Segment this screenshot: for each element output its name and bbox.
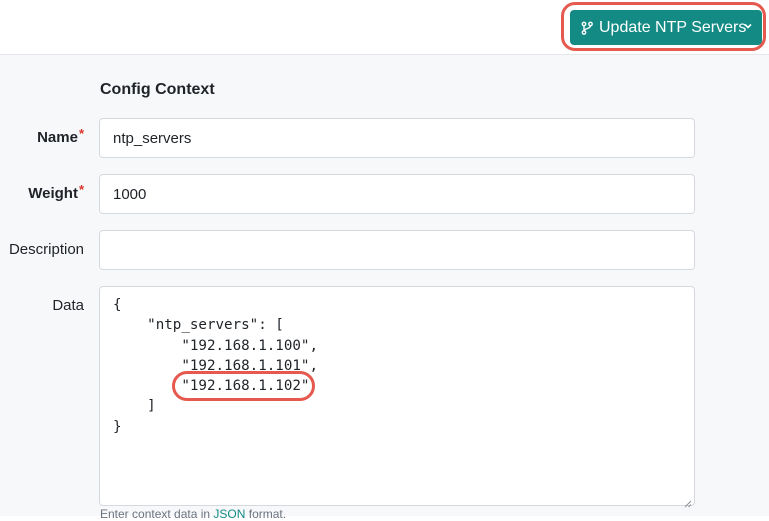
- help-prefix: Enter context data in: [100, 507, 214, 521]
- git-branch-icon: [580, 21, 594, 35]
- json-link[interactable]: JSON: [213, 507, 245, 521]
- data-label: Data: [0, 297, 84, 314]
- code-line: "192.168.1.102": [113, 378, 310, 395]
- code-line: ]: [113, 398, 156, 415]
- weight-label: Weight*: [0, 182, 84, 202]
- description-label: Description: [0, 241, 84, 258]
- update-ntp-servers-label: Update NTP Servers: [599, 18, 747, 36]
- data-textarea[interactable]: { "ntp_servers": [ "192.168.1.100", "192…: [99, 286, 695, 508]
- weight-input[interactable]: 1000: [99, 174, 695, 214]
- code-line: "192.168.1.100",: [113, 337, 318, 354]
- help-suffix: format.: [245, 507, 287, 521]
- name-input[interactable]: ntp_servers: [99, 118, 695, 158]
- code-line: {: [113, 297, 122, 313]
- data-label-text: Data: [52, 297, 84, 314]
- weight-value: 1000: [113, 185, 147, 203]
- code-line: }: [113, 418, 122, 435]
- weight-label-text: Weight: [28, 185, 78, 202]
- name-label: Name*: [0, 126, 84, 146]
- name-label-text: Name: [37, 129, 78, 146]
- json-code: { "ntp_servers": [ "192.168.1.100", "192…: [113, 295, 318, 437]
- description-label-text: Description: [8, 241, 84, 258]
- code-line: "ntp_servers": [: [113, 317, 284, 334]
- top-bar: Update NTP Servers: [0, 0, 769, 55]
- update-ntp-servers-button[interactable]: Update NTP Servers: [570, 10, 762, 45]
- name-value: ntp_servers: [113, 129, 192, 147]
- chevron-down-icon[interactable]: [743, 20, 753, 32]
- resize-handle-icon[interactable]: [684, 495, 692, 508]
- code-line: "192.168.1.101",: [113, 357, 318, 374]
- section-title: Config Context: [100, 81, 215, 98]
- help-text: Enter context data in JSON format.: [100, 507, 286, 521]
- required-marker: *: [78, 126, 84, 141]
- description-input[interactable]: [99, 230, 695, 270]
- required-marker: *: [78, 182, 84, 197]
